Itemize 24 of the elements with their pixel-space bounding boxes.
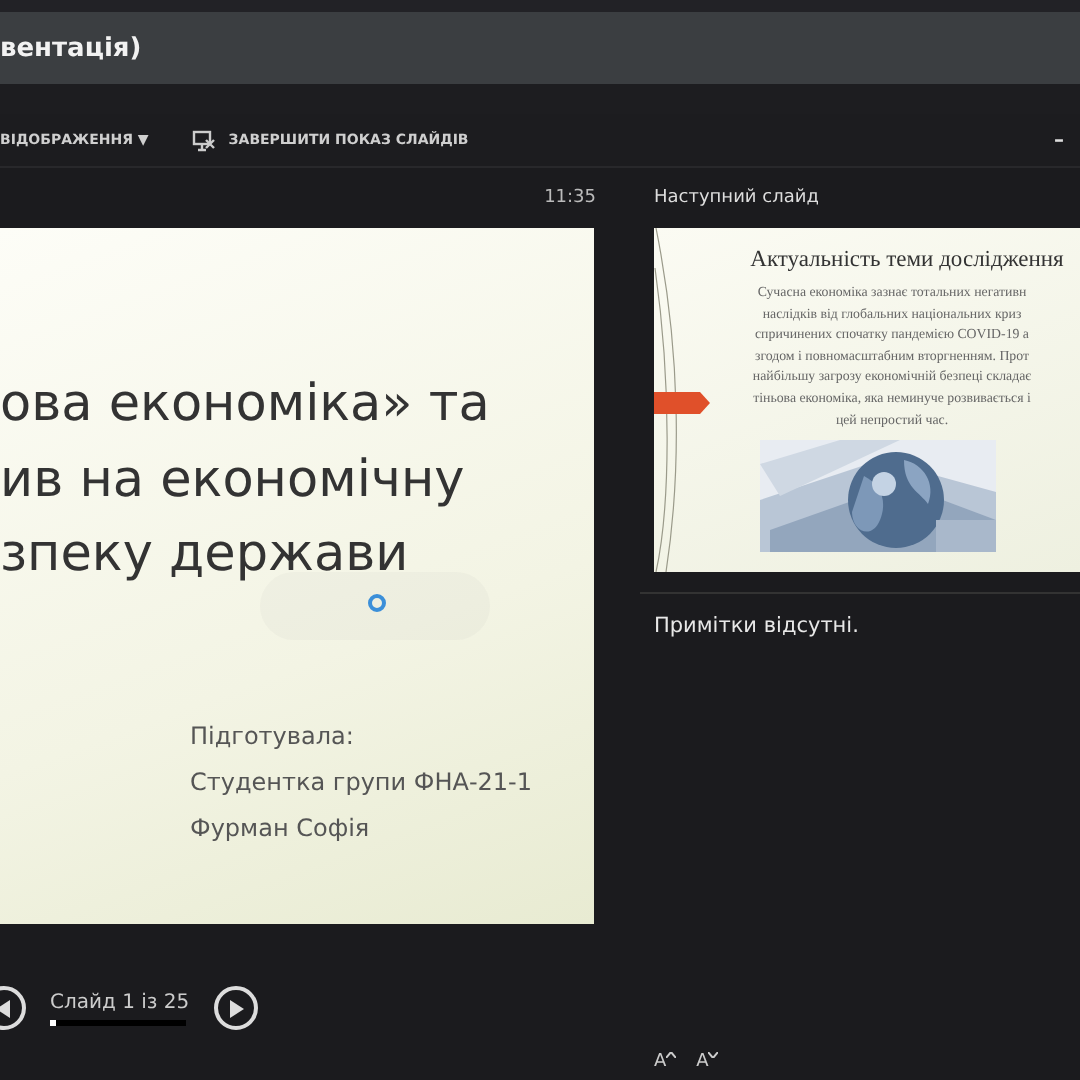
minimize-button[interactable]: – [1054, 129, 1064, 151]
slideshow-icon [192, 129, 217, 151]
next-icon [227, 999, 244, 1017]
arrow-marker [654, 392, 710, 414]
slide-subtitle-line: Підготувала: [190, 719, 356, 753]
slide-title-line: ова економіка» та [0, 372, 492, 438]
slide-title-line: зпеку держави [0, 522, 411, 588]
slide-subtitle-line: Фурман Софія [190, 811, 372, 845]
slide-title-line: ив на економічну [0, 447, 467, 513]
window-title: вентація) [0, 33, 142, 63]
caret-down-icon [708, 1052, 719, 1058]
clock: 11:35 [544, 188, 596, 208]
notes-text: Примітки відсутні. [654, 614, 861, 638]
next-slide-button[interactable] [213, 986, 258, 1030]
slide-counter[interactable]: Слайд 1 із 25 [50, 991, 190, 1013]
previous-icon [0, 999, 12, 1017]
next-slide-title: Актуальність теми дослідження [750, 248, 1064, 272]
pointer-dot [368, 594, 386, 612]
slide-subtitle-line: Студентка групи ФНА-21-1 [190, 765, 535, 799]
caret-up-icon [666, 1052, 677, 1058]
next-slide-preview[interactable] [654, 228, 1080, 572]
increase-font-button[interactable]: A [654, 1052, 677, 1072]
decrease-font-button[interactable]: A [696, 1052, 719, 1072]
next-slide-heading: Наступний слайд [654, 188, 819, 208]
